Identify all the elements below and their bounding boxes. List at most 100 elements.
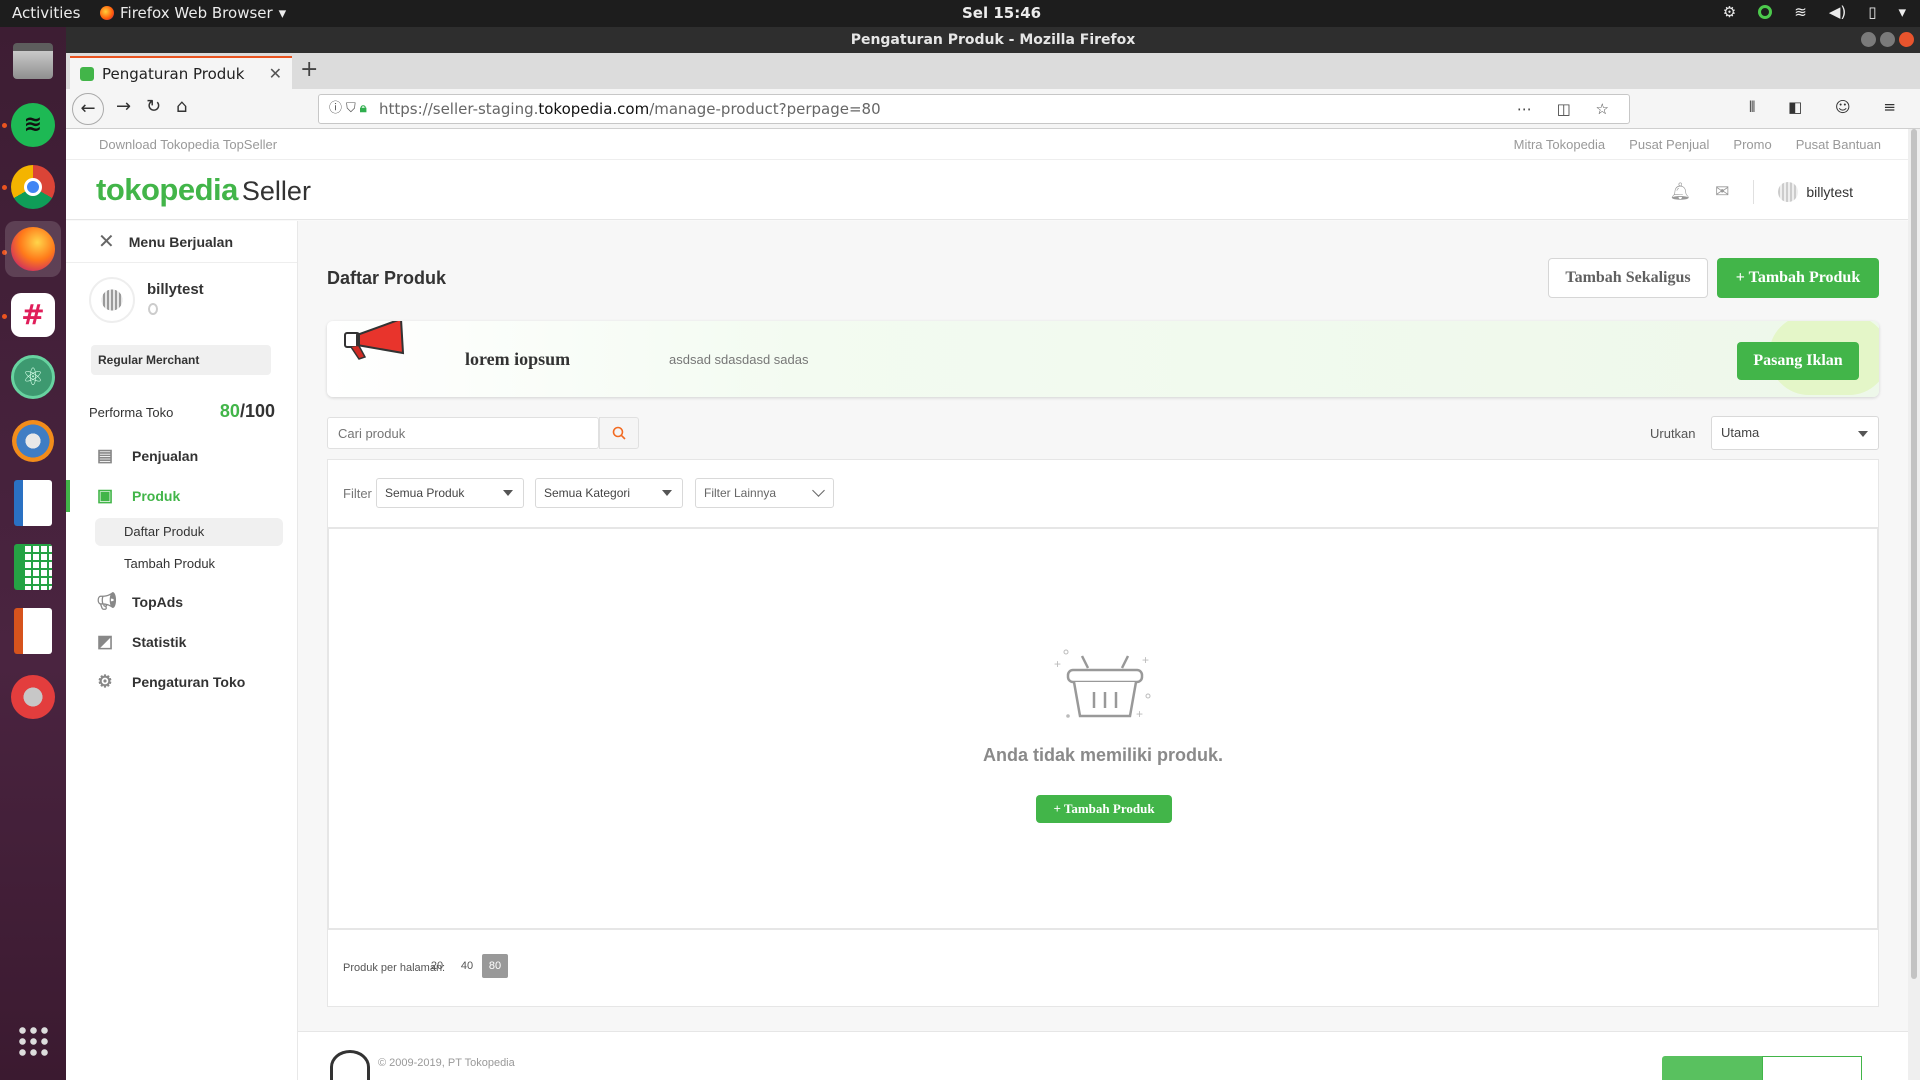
empty-message: Anda tidak memiliki produk.: [982, 745, 1224, 765]
per-page-80[interactable]: 80: [482, 954, 508, 978]
home-button[interactable]: ⌂: [176, 96, 187, 117]
close-window-button[interactable]: [1899, 32, 1914, 47]
filter-label: Filter: [343, 486, 372, 501]
dock-files[interactable]: [9, 37, 57, 85]
add-product-button[interactable]: + Tambah Produk: [1717, 258, 1879, 298]
minimize-button[interactable]: [1861, 32, 1876, 47]
system-tray[interactable]: ⚙ ≋ ◀) ▯ ▾: [1723, 3, 1906, 21]
battery-icon: ▯: [1868, 3, 1877, 21]
product-status-filter[interactable]: Semua Produk: [376, 478, 524, 508]
dock-firefox[interactable]: [5, 221, 61, 277]
dock-writer[interactable]: [9, 479, 57, 527]
empty-add-product-button[interactable]: + Tambah Produk: [1036, 795, 1172, 823]
link-mitra-tokopedia[interactable]: Mitra Tokopedia: [1514, 137, 1606, 152]
new-tab-button[interactable]: +: [300, 57, 318, 82]
ads-banner: lorem iopsum asdsad sdasdasd sadas Pasan…: [327, 321, 1879, 397]
libreoffice-calc-icon: [14, 544, 52, 590]
dock-tools[interactable]: [9, 673, 57, 721]
product-list-card: Filter Semua Produk Semua Kategori Filte…: [327, 459, 1879, 1007]
files-icon: [13, 43, 53, 79]
sidebar-item-pengaturan-toko[interactable]: ⚙ Pengaturan Toko: [66, 662, 297, 702]
link-pusat-bantuan[interactable]: Pusat Bantuan: [1796, 137, 1881, 152]
footer-button-outline[interactable]: [1762, 1056, 1862, 1080]
dock-settings-app[interactable]: [9, 417, 57, 465]
forward-button[interactable]: →: [116, 96, 131, 117]
more-filters-dropdown[interactable]: Filter Lainnya: [695, 478, 834, 508]
sort-select[interactable]: Utama: [1711, 416, 1879, 450]
shop-name[interactable]: billytest: [147, 281, 204, 298]
clock[interactable]: Sel 15:46: [962, 4, 1041, 22]
navigation-bar: ← → ↻ ⌂ ⓘ⛉🔒︎ https://seller-staging.toko…: [66, 89, 1920, 129]
url-bar[interactable]: ⓘ⛉🔒︎ https://seller-staging.tokopedia.co…: [318, 94, 1630, 124]
search-input[interactable]: [327, 417, 599, 449]
page-actions[interactable]: ⋯ ◫ ☆: [1517, 95, 1619, 123]
link-pusat-penjual[interactable]: Pusat Penjual: [1629, 137, 1709, 152]
dock-chrome[interactable]: [9, 163, 57, 211]
per-page-40[interactable]: 40: [454, 954, 480, 978]
notification-bell-icon[interactable]: 🔔︎: [1669, 182, 1691, 202]
chrome-icon: [11, 165, 55, 209]
link-promo[interactable]: Promo: [1733, 137, 1771, 152]
page-scrollbar[interactable]: [1908, 129, 1920, 1080]
footer: © 2009-2019, PT Tokopedia: [298, 1031, 1908, 1080]
system-menu-chevron-icon[interactable]: ▾: [1898, 3, 1906, 21]
dock-calc[interactable]: [9, 543, 57, 591]
libreoffice-impress-icon: [14, 608, 52, 654]
dock-slack[interactable]: #: [9, 291, 57, 339]
shop-badge-icon: [148, 303, 158, 315]
per-page-selector: Produk per halaman: 20 40 80: [328, 930, 1878, 1006]
avatar: [1778, 182, 1799, 203]
per-page-20[interactable]: 20: [424, 954, 450, 978]
svg-text:+: +: [1054, 657, 1061, 671]
tab-pengaturan-produk[interactable]: Pengaturan Produk ✕: [70, 56, 292, 89]
app-menu[interactable]: Firefox Web Browser ▾: [100, 4, 286, 22]
sidebar-item-penjualan[interactable]: ▤ Penjualan: [66, 436, 297, 476]
status-tray-icon[interactable]: [1758, 5, 1773, 19]
search-button[interactable]: [599, 417, 639, 449]
sidebar-item-statistik[interactable]: ◩ Statistik: [66, 622, 297, 662]
back-button[interactable]: ←: [72, 93, 104, 125]
sidebar-item-topads[interactable]: 📢︎ TopAds: [66, 582, 297, 622]
sidebar-item-produk[interactable]: ▣ Produk: [66, 476, 297, 516]
close-menu-icon[interactable]: ✕: [98, 229, 115, 254]
toolbar-icons[interactable]: ⫴ ◧ ☺ ≡: [1749, 98, 1910, 116]
caret-down-icon: [503, 490, 513, 496]
dock-spotify[interactable]: ≋: [9, 101, 57, 149]
megaphone-illustration-icon: [344, 321, 405, 360]
merchant-type-badge: Regular Merchant: [91, 345, 271, 375]
maximize-button[interactable]: [1880, 32, 1895, 47]
sidebar: ✕ Menu Berjualan billytest Regular Merch…: [66, 221, 298, 1080]
download-topseller-link[interactable]: Download Tokopedia TopSeller: [99, 137, 277, 152]
reload-button[interactable]: ↻: [146, 96, 161, 117]
dock-impress[interactable]: [9, 607, 57, 655]
close-tab-icon[interactable]: ✕: [269, 64, 282, 83]
web-page: Download Tokopedia TopSeller Mitra Tokop…: [66, 129, 1908, 1080]
wifi-icon: ≋: [1794, 3, 1807, 21]
mail-icon[interactable]: ✉: [1715, 182, 1729, 202]
footer-button[interactable]: [1662, 1056, 1762, 1080]
spotify-icon: ≋: [11, 103, 55, 147]
category-filter[interactable]: Semua Kategori: [535, 478, 683, 508]
bulk-add-button[interactable]: Tambah Sekaligus: [1548, 258, 1708, 298]
sidebar-subitem-daftar-produk[interactable]: Daftar Produk: [95, 518, 283, 546]
main-content: Daftar Produk Tambah Sekaligus + Tambah …: [298, 221, 1908, 1080]
window-title: Pengaturan Produk - Mozilla Firefox: [850, 32, 1136, 48]
caret-down-icon: [1858, 431, 1868, 437]
banner-description: asdsad sdasdasd sadas: [669, 352, 809, 367]
more-filters-label: Filter Lainnya: [704, 486, 777, 500]
dock-atom[interactable]: ⚛: [9, 353, 57, 401]
shop-avatar[interactable]: [89, 277, 135, 323]
sort-label: Urutkan: [1650, 426, 1696, 441]
megaphone-icon: 📢︎: [96, 592, 118, 611]
site-info-icon[interactable]: ⓘ⛉🔒︎: [329, 95, 371, 123]
user-menu[interactable]: billytest: [1778, 182, 1853, 203]
scrollbar-thumb[interactable]: [1911, 129, 1917, 979]
sidebar-subitem-tambah-produk[interactable]: Tambah Produk: [95, 550, 283, 578]
slack-tray-icon[interactable]: ⚙: [1723, 3, 1736, 21]
shop-performance[interactable]: Performa Toko 80/100: [89, 401, 297, 422]
pasang-iklan-button[interactable]: Pasang Iklan: [1737, 342, 1859, 380]
show-applications-button[interactable]: [9, 1017, 57, 1065]
tokopedia-seller-logo[interactable]: tokopedia Seller: [96, 172, 311, 208]
logo-subtext: Seller: [241, 176, 311, 206]
activities-button[interactable]: Activities: [12, 4, 80, 22]
